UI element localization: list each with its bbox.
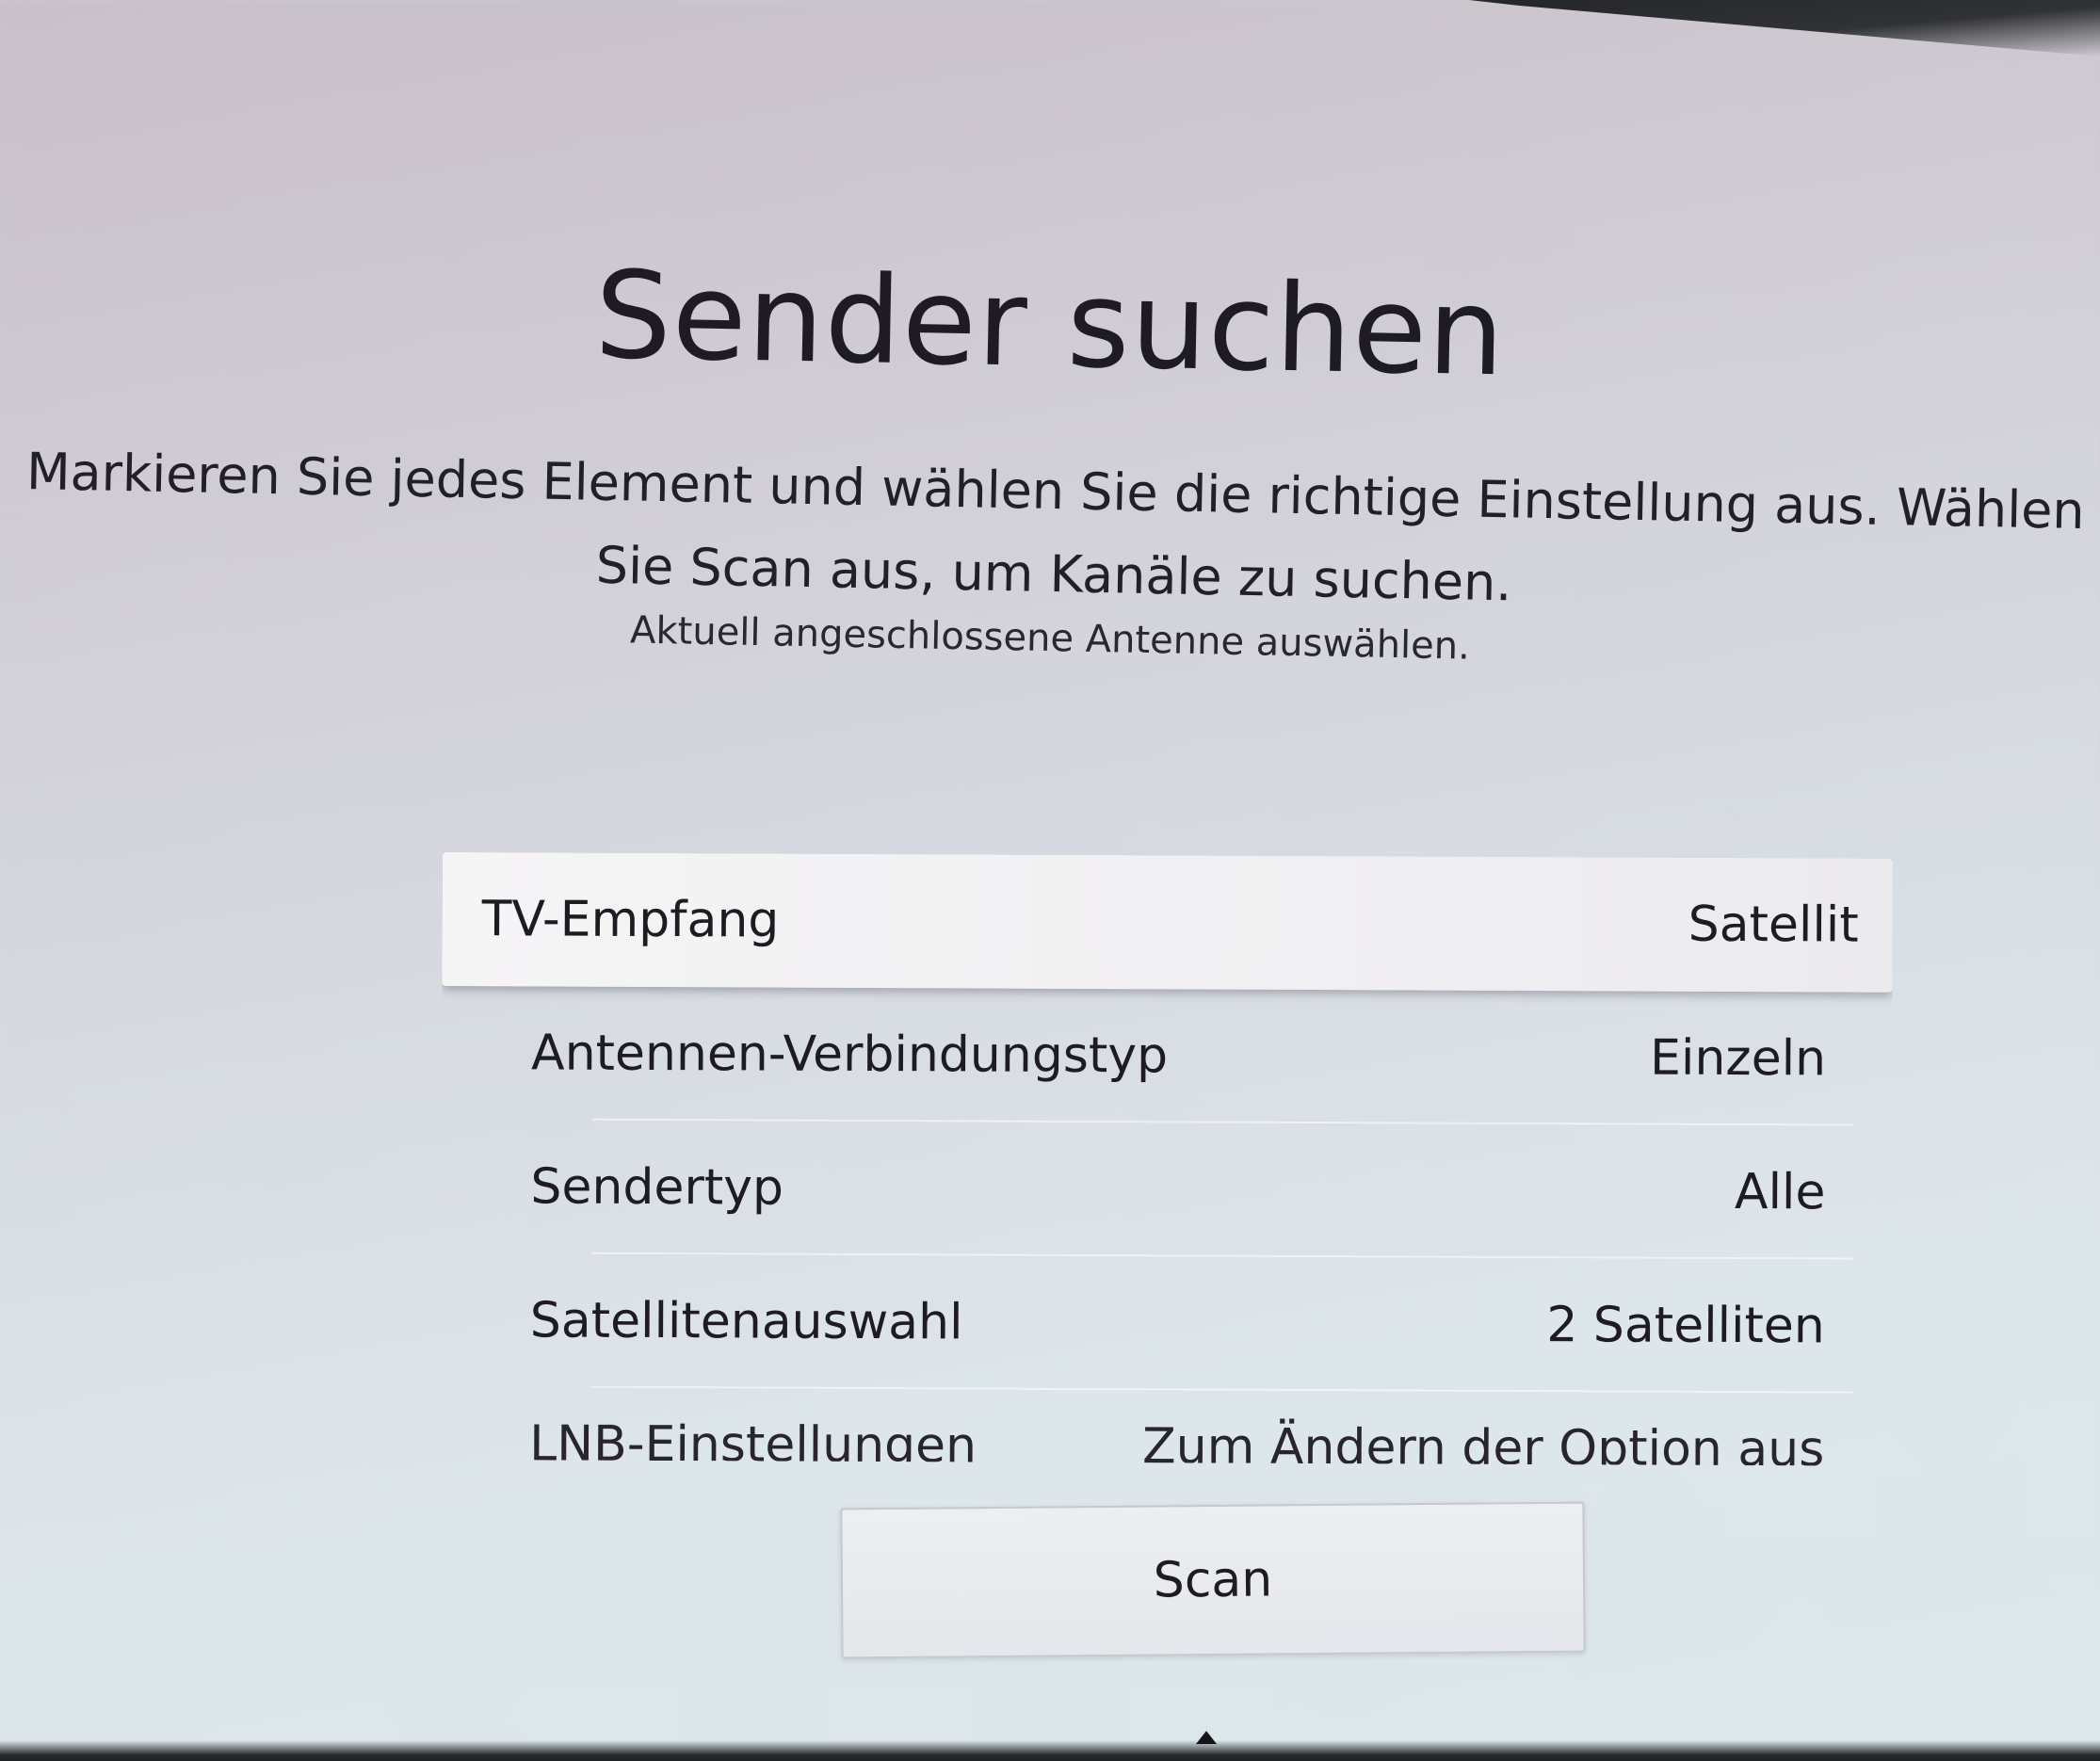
menu-item-label: LNB-Einstellungen — [529, 1415, 977, 1466]
menu-item-antennen-verbindungstyp[interactable]: Antennen-Verbindungstyp Einzeln — [442, 986, 1893, 1126]
page-title: Sender suchen — [593, 245, 1507, 404]
scan-button[interactable]: Scan — [840, 1501, 1586, 1659]
menu-item-value: Alle — [1734, 1163, 1826, 1221]
menu-item-label: Sendertyp — [530, 1158, 784, 1217]
menu-item-value: Zum Ändern der Option aus — [1141, 1418, 1825, 1466]
menu-item-value: Satellit — [1688, 896, 1859, 954]
menu-item-label: Antennen-Verbindungstyp — [530, 1025, 1169, 1085]
tv-bezel-bottom — [0, 1740, 2100, 1761]
menu-item-label: Satellitenauswahl — [529, 1292, 963, 1351]
menu-item-sendertyp[interactable]: Sendertyp Alle — [441, 1120, 1892, 1260]
tv-bezel-top — [1469, 0, 2100, 57]
chevron-up-icon — [1196, 1731, 1217, 1744]
menu-item-tv-empfang[interactable]: TV-Empfang Satellit — [442, 852, 1893, 993]
menu-item-value: 2 Satelliten — [1546, 1297, 1825, 1355]
menu-item-label: TV-Empfang — [481, 891, 780, 949]
menu-item-satellitenauswahl[interactable]: Satellitenauswahl 2 Satelliten — [441, 1253, 1892, 1394]
settings-menu: TV-Empfang Satellit Antennen-Verbindungs… — [440, 852, 1893, 1466]
menu-item-lnb-einstellungen[interactable]: LNB-Einstellungen Zum Ändern der Option … — [440, 1387, 1890, 1466]
menu-item-value: Einzeln — [1649, 1029, 1827, 1088]
